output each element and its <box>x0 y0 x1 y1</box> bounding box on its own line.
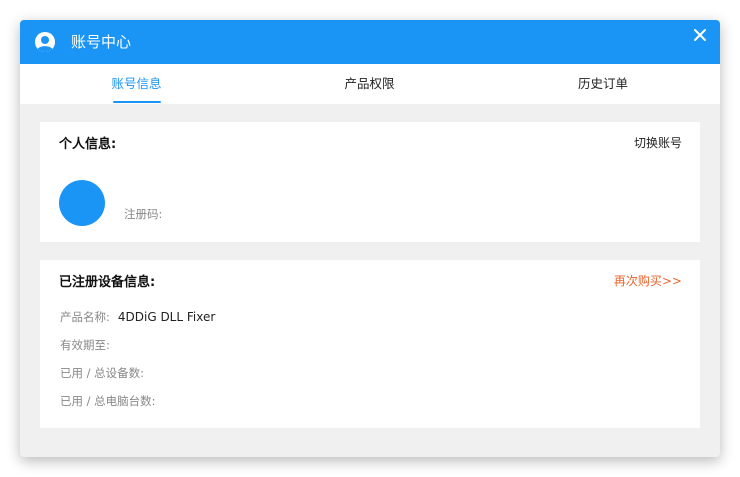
user-avatar-icon <box>35 32 55 52</box>
expiry-label: 有效期至: <box>60 338 110 352</box>
expiry-row: 有效期至: <box>60 337 118 353</box>
tab-bar: 账号信息 产品权限 历史订单 <box>20 64 720 104</box>
product-name-value: 4DDiG DLL Fixer <box>117 310 216 324</box>
device-count-row: 已用 / 总设备数: <box>60 365 152 381</box>
tab-order-history[interactable]: 历史订单 <box>486 64 720 104</box>
product-name-label: 产品名称: <box>60 310 110 324</box>
personal-info-title: 个人信息: <box>59 137 117 152</box>
device-count-label: 已用 / 总设备数: <box>60 366 145 380</box>
computer-count-row: 已用 / 总电脑台数: <box>60 393 164 409</box>
registered-device-card: 已注册设备信息: 再次购买>> 产品名称: 4DDiG DLL Fixer 有效期… <box>40 260 700 428</box>
active-tab-indicator <box>113 101 161 103</box>
profile-avatar <box>59 180 105 226</box>
window-title: 账号中心 <box>71 33 132 51</box>
close-icon[interactable] <box>692 27 708 43</box>
personal-info-card: 个人信息: 切换账号 注册码: <box>40 122 700 242</box>
buy-again-link[interactable]: 再次购买>> <box>614 272 682 289</box>
registration-code-label: 注册码: <box>124 207 163 221</box>
computer-count-label: 已用 / 总电脑台数: <box>60 394 156 408</box>
account-center-window: 账号中心 账号信息 产品权限 历史订单 个人信息: 切换账号 注册码: 已注册设… <box>20 20 720 457</box>
titlebar: 账号中心 <box>20 20 720 64</box>
device-info-title: 已注册设备信息: <box>59 275 156 290</box>
tab-product-permissions[interactable]: 产品权限 <box>253 64 486 104</box>
tab-account-info[interactable]: 账号信息 <box>20 64 253 104</box>
product-name-row: 产品名称: 4DDiG DLL Fixer <box>60 309 215 325</box>
switch-account-button[interactable]: 切换账号 <box>634 134 682 151</box>
